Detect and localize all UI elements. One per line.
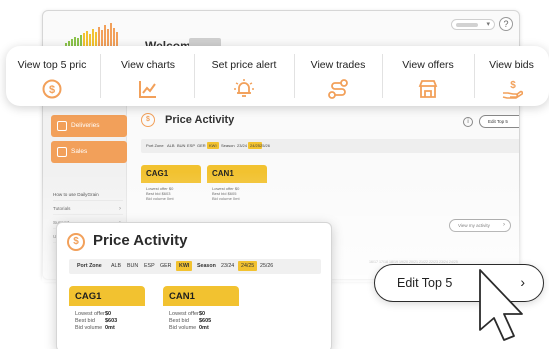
document-dollar-icon — [57, 147, 67, 157]
zone-ger[interactable]: GER — [197, 143, 206, 148]
feature-banner: View top 5 pric $ View charts Set price … — [6, 46, 549, 106]
zone-kwi[interactable]: KWI — [207, 142, 219, 149]
feature-set-price-alert[interactable]: Set price alert — [194, 46, 294, 106]
hand-dollar-icon: $ — [502, 80, 523, 99]
zone-kwi[interactable]: KWI — [176, 261, 193, 271]
card-title: CAG1 — [69, 286, 145, 306]
account-dropdown[interactable]: ▾ — [451, 19, 495, 30]
card-title: CAN1 — [207, 165, 267, 183]
feature-view-trades[interactable]: View trades — [294, 46, 382, 106]
divider — [100, 54, 101, 98]
sidebar-link-how-to[interactable]: How to use DailyGrain — [53, 189, 123, 201]
route-icon — [328, 79, 348, 99]
zone-bun[interactable]: BUN — [177, 143, 185, 148]
info-icon[interactable]: i — [463, 117, 473, 127]
card-title: CAG1 — [141, 165, 201, 183]
card-row: Bid volume 0mt — [146, 196, 174, 201]
zone-alb[interactable]: ALB — [111, 263, 121, 269]
bell-alert-icon — [234, 79, 254, 97]
feature-label: Set price alert — [211, 59, 277, 71]
help-button[interactable]: ? — [499, 17, 513, 31]
card-title: CAN1 — [163, 286, 239, 306]
season-2425[interactable]: 24/25 — [238, 261, 258, 271]
screen: Welcome ▾ ? Deliveries Sales How to use … — [0, 0, 549, 349]
svg-text:$: $ — [510, 80, 516, 91]
zone-bun[interactable]: BUN — [127, 263, 138, 269]
bid-volume-row: Bid volume 0mt — [169, 325, 209, 331]
button-label: Edit Top 5 — [397, 276, 453, 290]
sidebar-link-label: Tutorials — [53, 206, 71, 211]
price-card[interactable]: CAN1 Lowest offer $0 Best bid $605 Bid vol… — [163, 286, 239, 348]
price-card[interactable]: CAG1 Lowest offer $0 Best bid $603 Bid v… — [141, 165, 201, 211]
season-label: Season — [221, 143, 235, 148]
edit-top5-button[interactable]: Edit Top 5 › — [479, 115, 519, 128]
account-name-redacted — [456, 23, 478, 27]
season-2324[interactable]: 23/24 — [237, 143, 247, 148]
price-card[interactable]: CAG1 Lowest offer $0 Best bid $603 Bid vol… — [69, 286, 145, 348]
dollar-coin-icon: $ — [67, 233, 85, 251]
sidebar-item-label: Sales — [71, 148, 88, 155]
feature-label: View trades — [310, 59, 366, 71]
sidebar-item-sales[interactable]: Sales — [51, 141, 127, 163]
lowest-offer-row: Lowest offer $0 — [75, 311, 112, 317]
storefront-icon — [418, 80, 438, 98]
feature-label: View bids — [489, 59, 534, 71]
feature-view-top5[interactable]: View top 5 pric $ — [6, 46, 98, 106]
button-label: View my activity — [458, 223, 490, 228]
chevron-right-icon: › — [503, 222, 505, 228]
sidebar-item-label: Deliveries — [71, 122, 100, 129]
feature-view-offers[interactable]: View offers — [382, 46, 474, 106]
sidebar-link-label: How to use DailyGrain — [53, 192, 99, 197]
port-zone-label: Port Zone — [77, 263, 102, 269]
season-label: Season — [197, 263, 216, 269]
bid-volume-row: Bid volume 0mt — [75, 325, 115, 331]
button-label: Edit Top 5 — [488, 119, 508, 124]
chevron-right-icon: › — [119, 206, 121, 212]
season-2526[interactable]: 25/26 — [260, 143, 270, 148]
season-2324[interactable]: 23/24 — [221, 263, 234, 269]
season-2526[interactable]: 25/26 — [260, 263, 273, 269]
section-title: Price Activity — [165, 114, 235, 126]
card-row: Bid volume 0mt — [212, 196, 240, 201]
feature-label: View offers — [402, 59, 454, 71]
price-activity-zoom-panel: $ Price Activity Port Zone ALB BUN ESP G… — [56, 222, 332, 349]
filter-bar: Port Zone ALB BUN ESP GER KWI Season 23/… — [69, 259, 321, 274]
port-zone-label: Port Zone — [146, 143, 164, 148]
dollar-coin-icon: $ — [42, 79, 62, 99]
zone-ger[interactable]: GER — [160, 263, 171, 269]
mouse-cursor-icon — [479, 269, 523, 341]
section-title: Price Activity — [93, 232, 188, 249]
line-chart-icon — [139, 81, 156, 98]
zone-esp[interactable]: ESP — [187, 143, 195, 148]
best-bid-row: Best bid $605 — [169, 318, 212, 324]
svg-text:$: $ — [49, 84, 55, 96]
feature-label: View top 5 pric — [17, 59, 87, 71]
best-bid-row: Best bid $603 — [75, 318, 118, 324]
view-my-activity-button[interactable]: View my activity › — [449, 219, 511, 232]
truck-icon — [57, 121, 67, 131]
sidebar-link-tutorials[interactable]: Tutorials › — [53, 203, 123, 215]
chevron-down-icon: ▾ — [486, 21, 490, 28]
price-card[interactable]: CAN1 Lowest offer $0 Best bid $605 Bid v… — [207, 165, 267, 211]
feature-view-charts[interactable]: View charts — [102, 46, 194, 106]
zone-esp[interactable]: ESP — [144, 263, 155, 269]
dollar-coin-icon: $ — [141, 113, 155, 127]
lowest-offer-row: Lowest offer $0 — [169, 311, 206, 317]
feature-label: View charts — [120, 59, 176, 71]
sidebar-item-deliveries[interactable]: Deliveries — [51, 115, 127, 137]
feature-view-bids[interactable]: View bids $ — [474, 46, 549, 106]
filter-bar: Port Zone ALB BUN ESP GER KWI Season 23/… — [141, 139, 519, 153]
zone-alb[interactable]: ALB — [167, 143, 175, 148]
